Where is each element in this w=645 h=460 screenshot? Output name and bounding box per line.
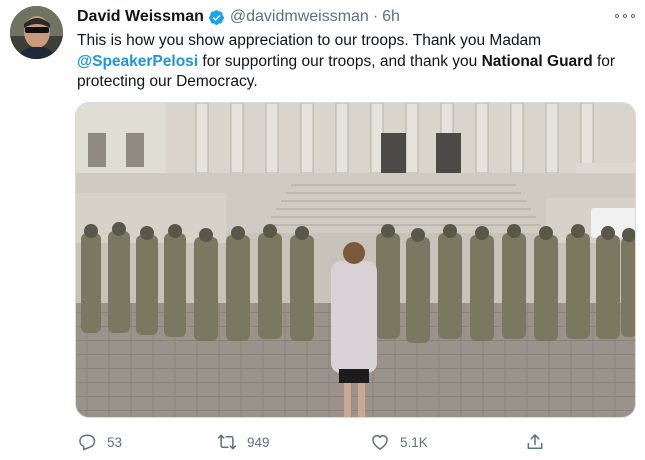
like-count: 5.1K bbox=[400, 434, 428, 450]
tweet-actions: 53 949 5.1K bbox=[75, 428, 635, 456]
verified-badge-icon bbox=[208, 9, 224, 25]
timestamp[interactable]: 6h bbox=[382, 8, 400, 26]
mention-link[interactable]: @SpeakerPelosi bbox=[77, 53, 198, 70]
tweet[interactable]: David Weissman @davidmweissman · 6h This… bbox=[0, 0, 645, 460]
retweet-count: 949 bbox=[247, 434, 270, 450]
more-icon[interactable] bbox=[615, 8, 635, 24]
like-icon bbox=[372, 434, 388, 450]
separator-dot: · bbox=[372, 8, 379, 25]
bold-text: National Guard bbox=[481, 52, 593, 70]
tweet-photo[interactable] bbox=[75, 102, 636, 418]
tweet-text-part: This is how you show appreciation to our… bbox=[77, 32, 542, 49]
tweet-text: This is how you show appreciation to our… bbox=[77, 31, 637, 93]
share-button[interactable] bbox=[525, 428, 545, 456]
like-button[interactable]: 5.1K bbox=[370, 428, 428, 456]
reply-button[interactable]: 53 bbox=[77, 428, 122, 456]
reply-count: 53 bbox=[107, 434, 123, 450]
retweet-button[interactable]: 949 bbox=[217, 428, 270, 456]
photo-capitol-troops bbox=[76, 103, 635, 417]
more-dot bbox=[631, 14, 635, 18]
tweet-header: David Weissman @davidmweissman · 6h bbox=[77, 7, 400, 27]
avatar[interactable] bbox=[10, 6, 63, 59]
more-dot bbox=[623, 14, 627, 18]
reply-icon bbox=[79, 434, 96, 451]
more-dot bbox=[615, 14, 619, 18]
display-name[interactable]: David Weissman bbox=[77, 8, 204, 26]
tweet-text-part: for supporting our troops, and thank you bbox=[198, 52, 482, 70]
avatar-photo bbox=[10, 6, 63, 59]
user-handle[interactable]: @davidmweissman bbox=[230, 8, 369, 26]
share-icon bbox=[527, 434, 543, 449]
retweet-icon bbox=[217, 434, 237, 450]
